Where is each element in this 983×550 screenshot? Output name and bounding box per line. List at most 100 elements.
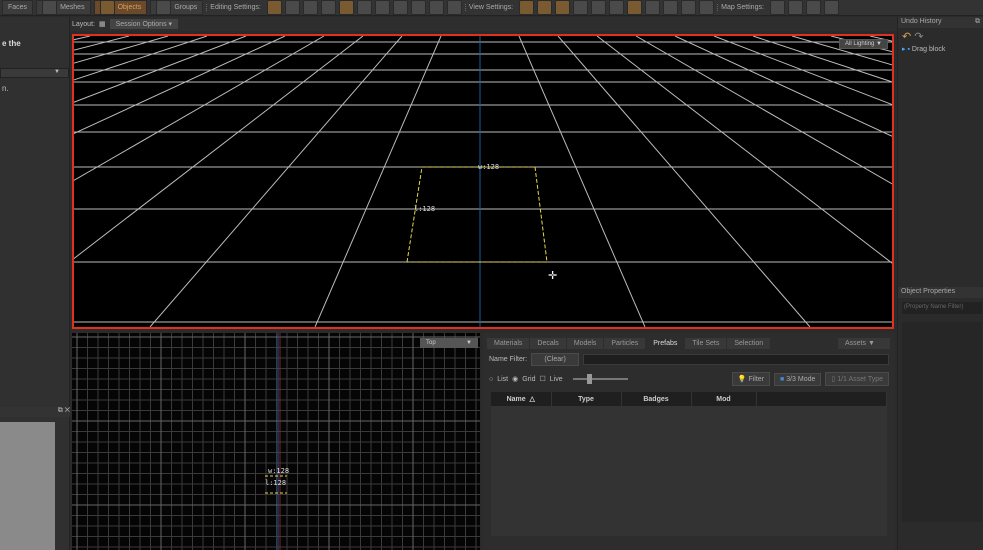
cube-blue-icon[interactable]	[663, 0, 679, 15]
grid-line-v	[791, 36, 892, 66]
light-icon[interactable]	[519, 0, 535, 15]
col-mod[interactable]: Mod	[691, 392, 757, 406]
tab-materials[interactable]: Materials	[487, 338, 530, 349]
filter-button[interactable]: 💡 Filter	[731, 372, 771, 386]
terrain-icon[interactable]	[537, 0, 553, 15]
grid-line-v	[713, 36, 892, 106]
pipe-icon[interactable]	[609, 0, 625, 15]
undo-icon[interactable]: ↶	[902, 31, 911, 43]
groups-icon	[156, 0, 172, 15]
col-name[interactable]: Name △	[491, 392, 552, 406]
face-icon[interactable]	[392, 0, 408, 15]
options-row: ○ List ◉ Grid ☐ Live 💡 Filter ■ 3/3 Mode ▯ …	[483, 370, 895, 388]
undo-redo-buttons: ↶ ↷	[898, 28, 983, 45]
editing-settings-label: Editing Settings:	[206, 4, 264, 11]
hatch-icon[interactable]	[787, 0, 803, 15]
lighting-dropdown[interactable]: All Lighting ▼	[839, 39, 888, 49]
preview-panel	[0, 422, 55, 550]
mode-groups[interactable]: Groups	[150, 0, 204, 15]
tab-models[interactable]: Models	[566, 338, 604, 349]
tab-tile-sets[interactable]: Tile Sets	[685, 338, 727, 349]
asset-tabs: Materials Decals Models Particles Prefab…	[483, 333, 895, 349]
label: Groups	[174, 4, 198, 11]
size-slider[interactable]	[572, 374, 628, 384]
list-radio[interactable]: ○	[489, 376, 493, 383]
monitor-icon[interactable]	[699, 0, 715, 15]
asset-list[interactable]	[491, 406, 887, 536]
grid-line-v	[74, 36, 130, 51]
tab-prefabs[interactable]: Prefabs	[646, 338, 685, 349]
viewport-3d[interactable]: All Lighting ▼ w:128 l:128 ✛	[72, 34, 894, 329]
cube-icon[interactable]	[645, 0, 661, 15]
gear-icon[interactable]	[356, 0, 372, 15]
clear-button[interactable]: (Clear)	[531, 353, 580, 366]
tab-decals[interactable]: Decals	[530, 338, 566, 349]
angle-icon[interactable]	[284, 0, 300, 15]
name-filter-input[interactable]	[583, 354, 889, 365]
gamepad-icon[interactable]	[446, 0, 462, 15]
objects-icon	[99, 0, 115, 15]
camera-icon[interactable]	[573, 0, 589, 15]
label: All Lighting	[845, 41, 875, 47]
grid-line-v	[674, 36, 892, 137]
map-icon[interactable]	[769, 0, 785, 15]
mode-button[interactable]: ■ 3/3 Mode	[774, 372, 822, 386]
select-icon[interactable]	[338, 0, 354, 15]
mode-meshes[interactable]: Meshes	[36, 0, 91, 15]
cursor-icon: ✛	[548, 270, 558, 282]
gear2-icon[interactable]	[374, 0, 390, 15]
undo-item[interactable]: ▸ ▪ Drag block	[898, 45, 983, 53]
run-icon[interactable]	[681, 0, 697, 15]
line-icon[interactable]	[302, 0, 318, 15]
width-label: w:128	[268, 467, 290, 475]
ramp-icon[interactable]	[591, 0, 607, 15]
asset-type-button[interactable]: ▯ 1/1 Asset Type	[825, 372, 889, 386]
folder-icon: ■	[780, 375, 785, 383]
grid-radio[interactable]: ◉	[512, 375, 518, 383]
tab-particles[interactable]: Particles	[604, 338, 646, 349]
panel-header: ⧉ ✕	[0, 407, 70, 417]
grid-line-v	[74, 36, 286, 135]
sphere-icon[interactable]	[320, 0, 336, 15]
session-options-dropdown[interactable]: Session Options ▾	[109, 19, 179, 29]
tab-selection[interactable]: Selection	[727, 338, 771, 349]
assets-dropdown[interactable]: Assets ▼	[838, 338, 890, 349]
snap-icon[interactable]	[266, 0, 282, 15]
hatch2-icon[interactable]	[805, 0, 821, 15]
col-badges[interactable]: Badges	[621, 392, 692, 406]
view-settings-label: View Settings:	[464, 4, 516, 11]
grid-line-v	[149, 36, 403, 327]
grid-line-v	[74, 36, 325, 181]
slider-thumb[interactable]	[586, 374, 592, 384]
col-type[interactable]: Type	[551, 392, 622, 406]
grid-line-v	[74, 36, 364, 260]
live-checkbox[interactable]: ☐	[539, 375, 545, 383]
left-dropdown[interactable]: ▼	[0, 68, 69, 78]
grid-label: Grid	[522, 375, 536, 383]
map-settings-label: Map Settings:	[717, 4, 767, 11]
length-label: l:128	[414, 205, 436, 213]
filter-row: Name Filter: (Clear)	[483, 349, 895, 370]
layout-icon[interactable]: ▦	[99, 20, 106, 28]
redo-icon[interactable]: ↷	[914, 31, 923, 43]
label: Assets	[845, 340, 867, 347]
hatch-add-icon[interactable]	[823, 0, 839, 15]
property-filter-input[interactable]: (Property Name Filter)	[902, 302, 982, 314]
view-dropdown[interactable]: Top ▼	[420, 338, 478, 348]
live-label: Live	[549, 375, 563, 383]
left-text: e the	[2, 39, 21, 48]
name-filter-label: Name Filter:	[489, 356, 528, 363]
top-grid	[72, 333, 480, 550]
lamp-icon[interactable]	[428, 0, 444, 15]
mode-faces[interactable]: Faces	[2, 0, 34, 15]
left-panel: e the ▼ n. ⧉ ✕	[0, 17, 70, 550]
box-icon[interactable]	[627, 0, 643, 15]
ball-icon[interactable]	[410, 0, 426, 15]
layout-bar: Layout: ▦ Session Options ▾	[70, 17, 897, 31]
label: Name	[506, 396, 526, 403]
right-panel: Undo History ⧉ ↶ ↷ ▸ ▪ Drag block Object …	[897, 17, 983, 550]
viewport-top[interactable]: Top ▼ w:128 l:128	[72, 333, 480, 550]
grid-line-v	[635, 36, 892, 185]
key-icon[interactable]	[555, 0, 571, 15]
mode-objects[interactable]: Objects	[93, 0, 148, 15]
